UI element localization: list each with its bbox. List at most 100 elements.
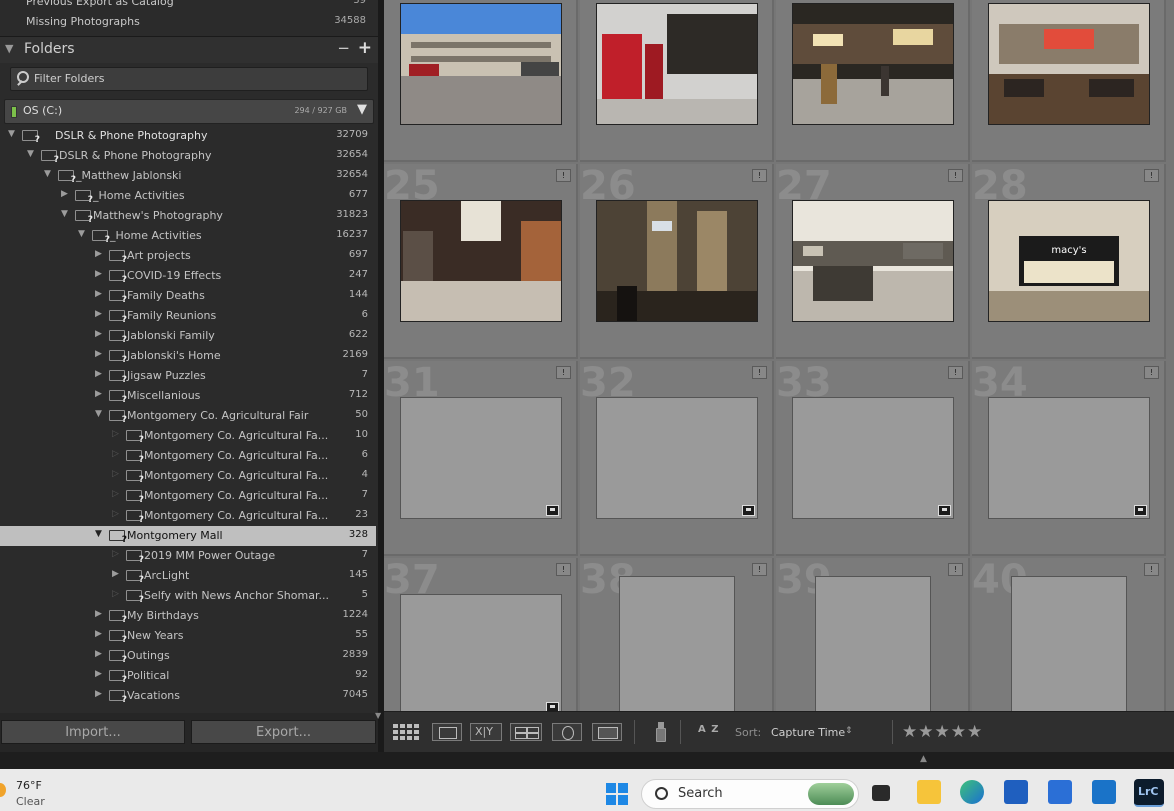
file-explorer-icon[interactable] xyxy=(917,780,941,804)
folder-row[interactable]: ▶? Jablonski Family 622 xyxy=(0,326,376,346)
folders-panel-header[interactable]: ▼ Folders − + xyxy=(0,36,378,63)
photo-thumbnail[interactable] xyxy=(596,3,758,125)
collapse-triangle-icon[interactable]: ▶ xyxy=(95,369,105,379)
collapse-triangle-icon[interactable]: ▼ xyxy=(5,42,13,55)
folder-row-selected[interactable]: ▼? Montgomery Mall 328 xyxy=(0,526,376,546)
filter-folders-input[interactable]: Filter Folders xyxy=(10,67,368,91)
volume-dropdown-icon[interactable]: ▼ xyxy=(357,102,367,117)
photo-flag-icon[interactable]: ! xyxy=(752,366,767,379)
folder-row[interactable]: ▶? My Birthdays 1224 xyxy=(0,606,376,626)
folder-row[interactable]: ▷? 2019 MM Power Outage 7 xyxy=(0,546,376,566)
folder-row[interactable]: ▷? Montgomery Co. Agricultural Fa... 6 xyxy=(0,446,376,466)
collapse-triangle-icon[interactable]: ▷ xyxy=(112,549,122,559)
survey-view-icon[interactable] xyxy=(510,723,542,741)
photo-placeholder[interactable] xyxy=(400,594,562,711)
photo-flag-icon[interactable]: ! xyxy=(948,563,963,576)
expand-triangle-icon[interactable]: ▼ xyxy=(8,129,18,139)
grid-cell[interactable]: 33! xyxy=(776,361,970,556)
photo-flag-icon[interactable]: ! xyxy=(556,563,571,576)
outlook-icon[interactable] xyxy=(1092,780,1116,804)
grid-cell[interactable]: 28! macy's xyxy=(972,164,1166,359)
expand-triangle-icon[interactable]: ▼ xyxy=(78,229,88,239)
photo-placeholder[interactable] xyxy=(1011,576,1127,711)
grid-cell[interactable] xyxy=(972,0,1166,162)
rating-stars[interactable]: ★★★★★ xyxy=(902,722,983,742)
folder-row[interactable]: ▼? _Home Activities 16237 xyxy=(0,226,376,246)
collapse-triangle-icon[interactable]: ▶ xyxy=(95,649,105,659)
photo-flag-icon[interactable]: ! xyxy=(948,169,963,182)
folder-row[interactable]: ▷? Montgomery Co. Agricultural Fa... 7 xyxy=(0,486,376,506)
grid-cell[interactable]: 38! xyxy=(580,558,774,711)
folder-row[interactable]: ▶? Outings 2839 xyxy=(0,646,376,666)
photo-flag-icon[interactable]: ! xyxy=(1144,169,1159,182)
collapse-triangle-icon[interactable]: ▶ xyxy=(95,689,105,699)
microsoft-store-icon[interactable] xyxy=(1004,780,1028,804)
collapse-triangle-icon[interactable]: ▷ xyxy=(112,509,122,519)
catalog-item[interactable]: Missing Photographs 34588 xyxy=(0,14,376,32)
taskbar-search-box[interactable]: Search xyxy=(641,779,859,809)
task-view-icon[interactable] xyxy=(872,785,890,801)
collapse-triangle-icon[interactable]: ▶ xyxy=(95,629,105,639)
folder-row[interactable]: ▷? Montgomery Co. Agricultural Fa... 4 xyxy=(0,466,376,486)
folder-row[interactable]: ▼? _Matthew Jablonski 32654 xyxy=(0,166,376,186)
photo-placeholder[interactable] xyxy=(400,397,562,519)
photo-placeholder[interactable] xyxy=(596,397,758,519)
grid-cell[interactable] xyxy=(580,0,774,162)
folder-row[interactable]: ▶? Art projects 697 xyxy=(0,246,376,266)
grid-cell[interactable]: 31! xyxy=(384,361,578,556)
folder-row[interactable]: ▶? _Home Activities 677 xyxy=(0,186,376,206)
app-cube-icon[interactable] xyxy=(1048,780,1072,804)
photo-flag-icon[interactable]: ! xyxy=(1144,563,1159,576)
catalog-item[interactable]: Previous Export as Catalog 39 xyxy=(0,0,376,12)
add-folder-icon[interactable]: + xyxy=(358,38,372,58)
photo-placeholder[interactable] xyxy=(988,397,1150,519)
grid-cell[interactable]: 34! xyxy=(972,361,1166,556)
expand-triangle-icon[interactable]: ▼ xyxy=(61,209,71,219)
compare-view-icon[interactable]: X|Y xyxy=(470,723,502,741)
photo-thumbnail[interactable]: macy's xyxy=(988,200,1150,322)
photo-flag-icon[interactable]: ! xyxy=(752,169,767,182)
grid-cell[interactable] xyxy=(384,0,578,162)
import-button[interactable]: Import... xyxy=(1,720,185,744)
collapse-triangle-icon[interactable]: ▶ xyxy=(112,569,122,579)
expand-triangle-icon[interactable]: ▼ xyxy=(27,149,37,159)
collapse-triangle-icon[interactable]: ▶ xyxy=(95,669,105,679)
grid-cell[interactable]: 40! xyxy=(972,558,1166,711)
filmstrip-toggle-icon[interactable]: ▲ xyxy=(920,754,927,764)
lightroom-classic-icon[interactable]: LrC xyxy=(1134,779,1164,807)
folder-row[interactable]: ▼? Montgomery Co. Agricultural Fair 50 xyxy=(0,406,376,426)
folder-row[interactable]: ▶? New Years 55 xyxy=(0,626,376,646)
people-view-icon[interactable] xyxy=(552,723,582,741)
windows-start-icon[interactable] xyxy=(606,783,628,805)
collapse-triangle-icon[interactable]: ▶ xyxy=(95,289,105,299)
folder-row[interactable]: ▼? Matthew's Photography 31823 xyxy=(0,206,376,226)
folder-row[interactable]: ▶? COVID-19 Effects 247 xyxy=(0,266,376,286)
photo-thumbnail[interactable] xyxy=(400,200,562,322)
folder-row[interactable]: ▶? Family Reunions 6 xyxy=(0,306,376,326)
grid-cell[interactable]: 37! xyxy=(384,558,578,711)
collapse-triangle-icon[interactable]: ▶ xyxy=(95,389,105,399)
collapse-triangle-icon[interactable]: ▷ xyxy=(112,429,122,439)
folder-row[interactable]: ▶? ArcLight 145 xyxy=(0,566,376,586)
folder-row[interactable]: ▶? Vacations 7045 xyxy=(0,686,376,706)
folder-row[interactable]: ▶? Political 92 xyxy=(0,666,376,686)
folder-row[interactable]: ▷? Selfy with News Anchor Shomar... 5 xyxy=(0,586,376,606)
collapse-triangle-icon[interactable]: ▷ xyxy=(112,589,122,599)
collapse-triangle-icon[interactable]: ▶ xyxy=(95,269,105,279)
grid-cell[interactable]: 39! xyxy=(776,558,970,711)
collapse-triangle-icon[interactable]: ▶ xyxy=(95,609,105,619)
export-button[interactable]: Export... xyxy=(191,720,376,744)
sort-select[interactable]: Capture Time xyxy=(771,726,845,739)
edge-browser-icon[interactable] xyxy=(960,780,984,804)
photo-flag-icon[interactable]: ! xyxy=(1144,366,1159,379)
photo-placeholder[interactable] xyxy=(792,397,954,519)
photo-flag-icon[interactable]: ! xyxy=(556,366,571,379)
photo-thumbnail[interactable] xyxy=(988,3,1150,125)
collapse-triangle-icon[interactable]: ▶ xyxy=(95,309,105,319)
grid-view-icon[interactable] xyxy=(392,723,422,741)
grid-cell[interactable]: 25! xyxy=(384,164,578,359)
expand-triangle-icon[interactable]: ▼ xyxy=(44,169,54,179)
grid-cell[interactable]: 32! xyxy=(580,361,774,556)
folder-row[interactable]: ▶? Family Deaths 144 xyxy=(0,286,376,306)
collapse-triangle-icon[interactable]: ▷ xyxy=(112,489,122,499)
